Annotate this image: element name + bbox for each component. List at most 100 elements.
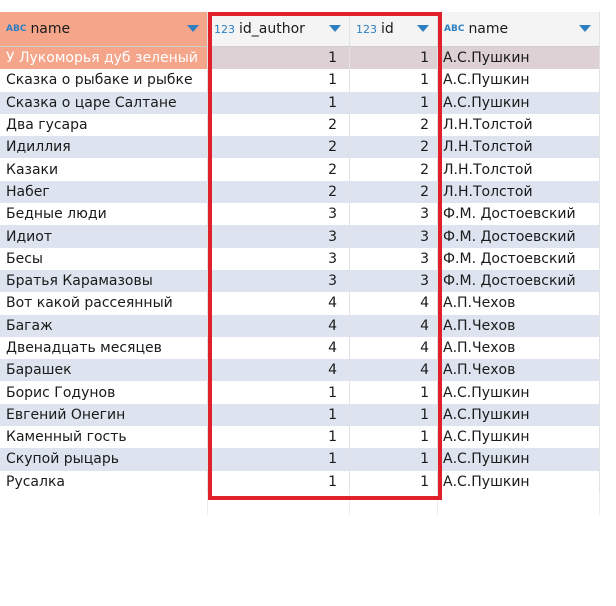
- id-author-cell[interactable]: 2: [208, 158, 350, 181]
- author-name-cell[interactable]: Л.Н.Толстой: [438, 136, 600, 159]
- id-author-cell[interactable]: 1: [208, 69, 350, 92]
- author-name-cell[interactable]: А.С.Пушкин: [438, 448, 600, 471]
- table-row[interactable]: Скупой рыцарь 1 1 А.С.Пушкин: [0, 448, 600, 471]
- table-row[interactable]: Братья Карамазовы 3 3 Ф.М. Достоевский: [0, 269, 600, 293]
- dropdown-arrow-icon[interactable]: [329, 25, 341, 32]
- title-cell[interactable]: Идиот: [0, 225, 208, 248]
- title-cell[interactable]: Идиллия: [0, 136, 208, 159]
- author-name-cell[interactable]: Ф.М. Достоевский: [438, 269, 600, 293]
- table-row[interactable]: Идиот 3 3 Ф.М. Достоевский: [0, 225, 600, 248]
- column-header-author-name[interactable]: ABC name: [438, 12, 600, 46]
- table-row[interactable]: Борис Годунов 1 1 А.С.Пушкин: [0, 381, 600, 404]
- id-author-cell[interactable]: 4: [208, 359, 350, 382]
- author-name-cell[interactable]: А.С.Пушкин: [438, 47, 600, 70]
- title-cell[interactable]: Казаки: [0, 158, 208, 181]
- id-author-cell[interactable]: 2: [208, 113, 350, 137]
- author-name-cell[interactable]: Л.Н.Толстой: [438, 158, 600, 181]
- table-row[interactable]: Два гусара 2 2 Л.Н.Толстой: [0, 113, 600, 137]
- table-row[interactable]: Сказка о царе Салтане 1 1 А.С.Пушкин: [0, 91, 600, 114]
- title-cell[interactable]: Сказка о царе Салтане: [0, 91, 208, 114]
- table-row[interactable]: Бесы 3 3 Ф.М. Достоевский: [0, 247, 600, 270]
- id-cell[interactable]: 2: [350, 158, 438, 181]
- title-cell[interactable]: Скупой рыцарь: [0, 448, 208, 471]
- id-author-cell[interactable]: 1: [208, 426, 350, 449]
- author-name-cell[interactable]: А.С.Пушкин: [438, 91, 600, 114]
- table-row[interactable]: Двенадцать месяцев 4 4 А.П.Чехов: [0, 336, 600, 360]
- id-cell[interactable]: 1: [350, 448, 438, 471]
- author-name-cell[interactable]: Ф.М. Достоевский: [438, 203, 600, 226]
- id-cell[interactable]: 1: [350, 69, 438, 92]
- id-author-cell[interactable]: 1: [208, 91, 350, 114]
- table-row[interactable]: Набег 2 2 Л.Н.Толстой: [0, 180, 600, 204]
- id-author-cell[interactable]: 1: [208, 448, 350, 471]
- id-cell[interactable]: 3: [350, 225, 438, 248]
- id-cell[interactable]: 3: [350, 269, 438, 293]
- author-name-cell[interactable]: А.С.Пушкин: [438, 403, 600, 427]
- author-name-cell[interactable]: А.П.Чехов: [438, 359, 600, 382]
- column-header-name[interactable]: ABC name: [0, 12, 208, 46]
- id-cell[interactable]: 2: [350, 180, 438, 204]
- author-name-cell[interactable]: Л.Н.Толстой: [438, 180, 600, 204]
- author-name-cell[interactable]: А.С.Пушкин: [438, 381, 600, 404]
- table-row[interactable]: Каменный гость 1 1 А.С.Пушкин: [0, 426, 600, 449]
- title-cell[interactable]: Каменный гость: [0, 426, 208, 449]
- author-name-cell[interactable]: А.С.Пушкин: [438, 470, 600, 493]
- table-row[interactable]: Барашек 4 4 А.П.Чехов: [0, 359, 600, 382]
- title-cell[interactable]: Евгений Онегин: [0, 403, 208, 427]
- title-cell[interactable]: Сказка о рыбаке и рыбке: [0, 69, 208, 92]
- column-header-id[interactable]: 123 id: [350, 12, 438, 46]
- id-cell[interactable]: 2: [350, 113, 438, 137]
- title-cell[interactable]: Бесы: [0, 247, 208, 270]
- id-cell[interactable]: 1: [350, 91, 438, 114]
- id-cell[interactable]: 1: [350, 47, 438, 70]
- id-cell[interactable]: 4: [350, 292, 438, 315]
- table-row[interactable]: Казаки 2 2 Л.Н.Толстой: [0, 158, 600, 181]
- title-cell[interactable]: Бедные люди: [0, 203, 208, 226]
- id-cell[interactable]: 4: [350, 314, 438, 337]
- table-row[interactable]: Бедные люди 3 3 Ф.М. Достоевский: [0, 203, 600, 226]
- id-author-cell[interactable]: 2: [208, 180, 350, 204]
- id-cell[interactable]: 4: [350, 336, 438, 360]
- title-cell[interactable]: Барашек: [0, 359, 208, 382]
- id-author-cell[interactable]: 3: [208, 269, 350, 293]
- id-cell[interactable]: 1: [350, 426, 438, 449]
- id-cell[interactable]: 4: [350, 359, 438, 382]
- dropdown-arrow-icon[interactable]: [579, 25, 591, 32]
- id-author-cell[interactable]: 3: [208, 203, 350, 226]
- table-row[interactable]: Идиллия 2 2 Л.Н.Толстой: [0, 136, 600, 159]
- id-author-cell[interactable]: 4: [208, 292, 350, 315]
- id-cell[interactable]: 3: [350, 203, 438, 226]
- id-author-cell[interactable]: 1: [208, 470, 350, 493]
- author-name-cell[interactable]: А.С.Пушкин: [438, 426, 600, 449]
- title-cell[interactable]: Набег: [0, 180, 208, 204]
- id-author-cell[interactable]: 2: [208, 136, 350, 159]
- title-cell[interactable]: Вот какой рассеянный: [0, 292, 208, 315]
- id-cell[interactable]: 1: [350, 381, 438, 404]
- id-cell[interactable]: 2: [350, 136, 438, 159]
- id-author-cell[interactable]: 1: [208, 403, 350, 427]
- id-author-cell[interactable]: 3: [208, 225, 350, 248]
- id-cell[interactable]: 3: [350, 247, 438, 270]
- author-name-cell[interactable]: А.П.Чехов: [438, 336, 600, 360]
- title-cell[interactable]: Братья Карамазовы: [0, 269, 208, 293]
- author-name-cell[interactable]: А.П.Чехов: [438, 314, 600, 337]
- id-author-cell[interactable]: 3: [208, 247, 350, 270]
- table-row[interactable]: Багаж 4 4 А.П.Чехов: [0, 314, 600, 337]
- id-cell[interactable]: 1: [350, 403, 438, 427]
- title-cell[interactable]: Двенадцать месяцев: [0, 336, 208, 360]
- table-row[interactable]: Евгений Онегин 1 1 А.С.Пушкин: [0, 403, 600, 427]
- id-author-cell[interactable]: 1: [208, 47, 350, 70]
- table-row[interactable]: Сказка о рыбаке и рыбке 1 1 А.С.Пушкин: [0, 69, 600, 92]
- author-name-cell[interactable]: Л.Н.Толстой: [438, 113, 600, 137]
- table-row[interactable]: Вот какой рассеянный 4 4 А.П.Чехов: [0, 292, 600, 315]
- dropdown-arrow-icon[interactable]: [187, 25, 199, 32]
- id-author-cell[interactable]: 1: [208, 381, 350, 404]
- table-row[interactable]: У Лукоморья дуб зеленый 1 1 А.С.Пушкин: [0, 47, 600, 70]
- table-row[interactable]: Русалка 1 1 А.С.Пушкин: [0, 470, 600, 493]
- author-name-cell[interactable]: Ф.М. Достоевский: [438, 225, 600, 248]
- author-name-cell[interactable]: Ф.М. Достоевский: [438, 247, 600, 270]
- author-name-cell[interactable]: А.С.Пушкин: [438, 69, 600, 92]
- title-cell[interactable]: Багаж: [0, 314, 208, 337]
- id-cell[interactable]: 1: [350, 470, 438, 493]
- title-cell[interactable]: Борис Годунов: [0, 381, 208, 404]
